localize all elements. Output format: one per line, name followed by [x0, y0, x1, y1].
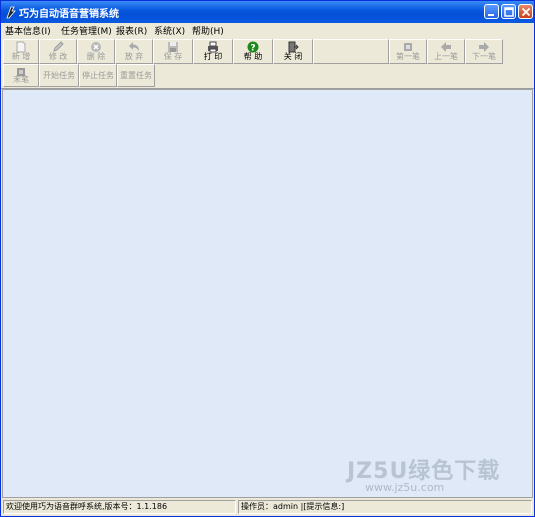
- main-window: 巧为自动语音营销系统 基本信息(I) 任务管理(M) 报表(R) 系统(X) 帮…: [0, 0, 535, 517]
- new-button[interactable]: 新 增: [3, 39, 39, 64]
- menu-system[interactable]: 系统(X): [154, 24, 185, 37]
- discard-button[interactable]: 放 弃: [115, 39, 153, 64]
- title-bar[interactable]: 巧为自动语音营销系统: [1, 1, 534, 23]
- stop-task-button[interactable]: 停止任务: [79, 64, 117, 87]
- menu-bar: 基本信息(I) 任务管理(M) 报表(R) 系统(X) 帮助(H): [1, 23, 534, 38]
- minimize-button[interactable]: [484, 4, 499, 19]
- maximize-icon: [504, 7, 514, 17]
- first-record-button[interactable]: 第一笔: [389, 39, 427, 64]
- status-welcome: 欢迎使用巧为语音群呼系统,版本号：1.1.186: [3, 500, 236, 514]
- close-icon: [521, 7, 531, 17]
- mdi-client-area: [2, 89, 533, 498]
- delete-button[interactable]: 删 除: [77, 39, 115, 64]
- window-title: 巧为自动语音营销系统: [19, 9, 119, 20]
- reset-task-button[interactable]: 重置任务: [117, 64, 155, 87]
- toolbar: 新 增 修 改 删 除 放 弃 保 存 打 印 ? 帮 助 关 闭 第一笔 上一…: [1, 38, 534, 89]
- close-button[interactable]: 关 闭: [273, 39, 313, 64]
- menu-reports[interactable]: 报表(R): [116, 24, 147, 37]
- close-window-button[interactable]: [518, 4, 533, 19]
- toolbar-spacer: [313, 39, 389, 64]
- next-record-button[interactable]: 下一笔: [465, 39, 503, 64]
- start-task-button[interactable]: 开始任务: [39, 64, 79, 87]
- minimize-icon: [488, 14, 494, 16]
- print-button[interactable]: 打 印: [193, 39, 233, 64]
- app-icon: [6, 6, 16, 19]
- help-button[interactable]: ? 帮 助: [233, 39, 273, 64]
- edit-button[interactable]: 修 改: [39, 39, 77, 64]
- prev-record-button[interactable]: 上一笔: [427, 39, 465, 64]
- watermark-url: www.jz5u.com: [365, 481, 445, 494]
- maximize-button[interactable]: [501, 4, 516, 19]
- last-record-button[interactable]: 末笔: [3, 64, 39, 87]
- watermark: JZ5U绿色下载 www.jz5u.com: [347, 453, 525, 494]
- status-bar: 欢迎使用巧为语音群呼系统,版本号：1.1.186 操作员：admin |[提示信…: [1, 499, 534, 516]
- menu-basic-info[interactable]: 基本信息(I): [5, 24, 51, 37]
- menu-help[interactable]: 帮助(H): [192, 24, 224, 37]
- status-operator: 操作员：admin |[提示信息:]: [238, 500, 532, 514]
- menu-task-management[interactable]: 任务管理(M): [61, 24, 112, 37]
- save-button[interactable]: 保 存: [153, 39, 193, 64]
